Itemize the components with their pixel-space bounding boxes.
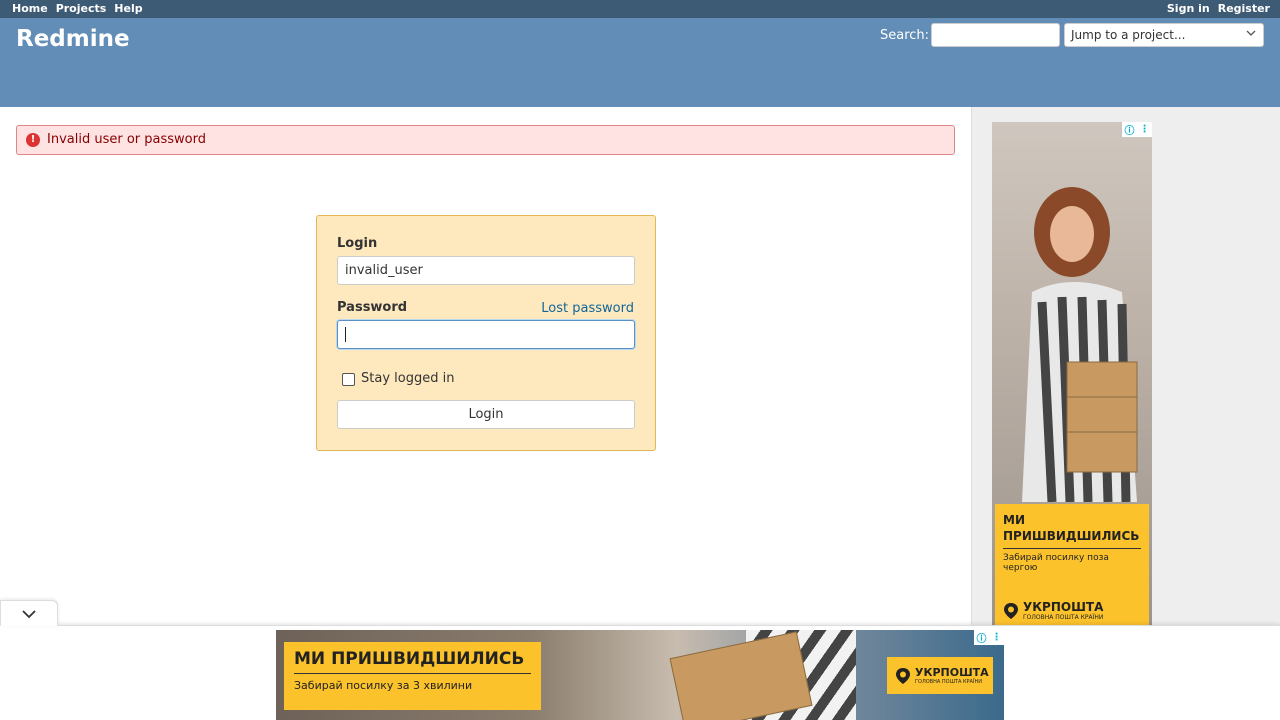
ad-text-box: МИ ПРИШВИДШИЛИСЬ Забирай посилку поза че…: [995, 504, 1149, 625]
text-caret: [345, 327, 346, 342]
stay-logged-in-label[interactable]: Stay logged in: [361, 371, 454, 386]
login-form: Login invalid_user Password Lost passwor…: [316, 215, 656, 451]
ad-photo: [1022, 187, 1138, 502]
error-circle-icon: !: [26, 133, 40, 147]
ad-brand-name: УКРПОШТА: [1023, 600, 1104, 614]
top-menu: Home Projects Help Sign in Register: [0, 0, 1280, 18]
ad-brand: УКРПОШТА ГОЛОВНА ПОШТА КРАЇНИ: [1003, 600, 1103, 621]
collapse-ad-button[interactable]: [0, 600, 58, 626]
login-input[interactable]: invalid_user: [337, 256, 635, 285]
login-button[interactable]: Login: [337, 400, 635, 429]
menu-projects-link[interactable]: Projects: [56, 2, 107, 15]
password-input[interactable]: [337, 320, 635, 349]
ad-photo-boxes: [669, 631, 813, 720]
location-pin-icon: [1004, 602, 1018, 619]
ad-brand-tagline: ГОЛОВНА ПОШТА КРАЇНИ: [915, 679, 982, 685]
ad-subline: Забирай посилку поза чергою: [1003, 553, 1109, 573]
login-label: Login: [337, 236, 378, 251]
project-jump-select[interactable]: Jump to a project...: [1064, 23, 1264, 47]
project-jump-label: Jump to a project...: [1071, 28, 1186, 42]
ad-subline: Забирай посилку за 3 хвилини: [294, 679, 473, 692]
ad-brand-tagline: ГОЛОВНА ПОШТА КРАЇНИ: [1023, 614, 1104, 621]
menu-home-link[interactable]: Home: [12, 2, 48, 15]
bottom-ad[interactable]: МИ ПРИШВИДШИЛИСЬ Забирай посилку за 3 хв…: [276, 630, 1004, 720]
ad-brand-name: УКРПОШТА: [915, 666, 989, 679]
info-icon[interactable]: ⓘ: [974, 630, 989, 645]
chevron-down-icon: [22, 610, 36, 619]
error-message: Invalid user or password: [47, 132, 206, 147]
ad-divider: [1003, 548, 1141, 549]
register-link[interactable]: Register: [1218, 2, 1270, 15]
site-title[interactable]: Redmine: [16, 26, 130, 52]
header: Redmine Search: Jump to a project...: [0, 18, 1280, 107]
password-label: Password: [337, 300, 408, 315]
ad-brand: УКРПОШТА ГОЛОВНА ПОШТА КРАЇНИ: [887, 657, 993, 694]
search-input[interactable]: [931, 23, 1060, 47]
ad-divider: [294, 673, 531, 674]
kebab-menu-icon[interactable]: ⋮: [989, 630, 1004, 645]
menu-help-link[interactable]: Help: [114, 2, 142, 15]
ad-headline: МИ ПРИШВИДШИЛИСЬ: [294, 649, 525, 669]
lost-password-link[interactable]: Lost password: [541, 301, 634, 316]
info-icon[interactable]: ⓘ: [1122, 122, 1137, 137]
stay-logged-in-checkbox[interactable]: [342, 373, 355, 386]
search-label: Search:: [880, 28, 930, 43]
sidebar-ad[interactable]: ⓘ ⋮ МИ ПРИШВИДШИЛИСЬ Забирай посилку поз…: [992, 122, 1152, 625]
error-flash: ! Invalid user or password: [16, 125, 955, 155]
chevron-down-icon: [1246, 30, 1256, 36]
top-menu-left: Home Projects Help: [12, 2, 143, 15]
ad-headline: МИ ПРИШВИДШИЛИСЬ: [1003, 513, 1140, 543]
location-pin-icon: [896, 667, 910, 684]
account-menu: Sign in Register: [1167, 2, 1270, 15]
ad-badges: ⓘ ⋮: [974, 630, 1004, 645]
ad-badges: ⓘ ⋮: [1122, 122, 1152, 137]
kebab-menu-icon[interactable]: ⋮: [1137, 122, 1152, 137]
sign-in-link[interactable]: Sign in: [1167, 2, 1210, 15]
ad-text-box: МИ ПРИШВИДШИЛИСЬ Забирай посилку за 3 хв…: [284, 642, 541, 710]
